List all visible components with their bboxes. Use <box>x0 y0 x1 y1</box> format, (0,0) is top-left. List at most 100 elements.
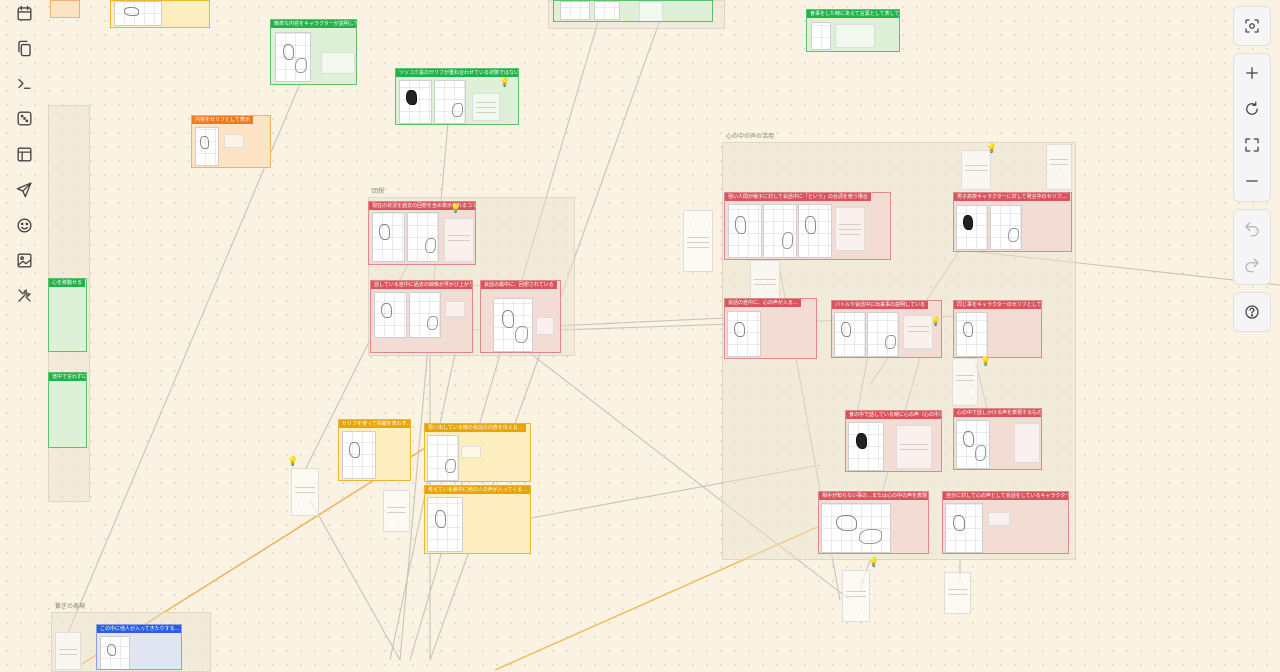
group-label: 繋ぎの表現 <box>55 603 86 610</box>
manga-thumbnail <box>195 127 219 166</box>
manga-thumbnail <box>798 204 832 258</box>
note <box>536 317 554 335</box>
card-red10[interactable]: 心の中で話しかける声を表現するもの… <box>953 408 1042 470</box>
lightbulb-icon[interactable]: 💡 <box>499 79 510 88</box>
focus-icon[interactable] <box>1234 8 1270 44</box>
lightbulb-icon[interactable]: 💡 <box>868 559 879 568</box>
card-red12[interactable]: 自分に対して心の声として会話をしているキャラクターの心の中… <box>942 491 1069 554</box>
manga-thumbnail <box>427 435 459 481</box>
dice-icon[interactable] <box>12 106 36 130</box>
group-label: 心の中の声の活用 <box>726 133 775 140</box>
card-title: 心を移動せる <box>49 279 86 287</box>
card-title: 途中で言わずに <box>49 373 86 381</box>
manga-thumbnail <box>956 205 988 250</box>
card-red11[interactable]: 相手が知らない事の…または心の中の声を表現している… <box>818 491 929 554</box>
card[interactable] <box>553 0 713 22</box>
manga-thumbnail <box>399 80 432 124</box>
calendar-icon[interactable] <box>12 1 36 25</box>
card-red5[interactable]: 男子高校キャラクターに対して発言中のセリフ… <box>953 192 1072 252</box>
manga-thumbnail <box>821 503 891 553</box>
manga-thumbnail <box>811 22 831 50</box>
note <box>1046 144 1072 190</box>
card-green3[interactable]: 食事をした時にあえて言葉として表している <box>806 9 900 52</box>
card-title: 男子高校キャラクターに対して発言中のセリフ… <box>954 193 1070 201</box>
copy-icon[interactable] <box>12 36 36 60</box>
card-red6[interactable]: 会話の途中に、心の声が入る… <box>724 298 817 359</box>
card-red8[interactable]: 同じ事をキャラクターのセリフとして表す（心の… <box>953 300 1042 358</box>
card-title: 思い出している時の会話の内容を伝える… <box>425 424 526 432</box>
manga-thumbnail <box>434 80 466 124</box>
manga-thumbnail <box>945 503 983 553</box>
manga-thumbnail <box>409 292 441 338</box>
card-orange1[interactable]: 内容をセリフとして表示 <box>191 115 271 168</box>
note <box>750 260 780 300</box>
card-title: 内容をセリフとして表示 <box>192 116 253 124</box>
note <box>683 210 713 272</box>
note <box>224 134 244 148</box>
note <box>461 446 481 458</box>
layout-icon[interactable] <box>12 142 36 166</box>
connector-lines <box>64 14 1280 670</box>
card-title: 会話の途中に、心の声が入る… <box>725 299 801 307</box>
card-green1[interactable]: 簡単な内容をキャラクターが説明しています <box>270 19 357 85</box>
card-red4[interactable]: 強い人間が様子に対して会話中に「という」の台詞を使う場合 <box>724 192 891 260</box>
card-title: 会話の最中に、回想されている <box>481 281 557 289</box>
history-panel <box>1233 209 1271 285</box>
manga-thumbnail <box>848 422 884 471</box>
card-title: 話している途中に過去の映像が浮かび上がり… <box>371 281 472 289</box>
card-green2[interactable]: ツッコミ役のセリフが重ね合わせている状態ではない場合 <box>395 68 519 125</box>
lightbulb-icon[interactable]: 💡 <box>980 358 991 367</box>
card-yellow2[interactable]: 思い出している時の会話の内容を伝える… <box>424 423 531 482</box>
card-red3[interactable]: 会話の最中に、回想されている <box>480 280 561 353</box>
manga-thumbnail <box>763 204 797 258</box>
note <box>383 490 410 532</box>
card-title: 食の中で話している時に心の声（心の中）で… <box>846 411 941 419</box>
whiteboard-canvas[interactable]: 回想 心の中の声の活用 繋ぎの表現 簡単な内容をキャラクターが説明しています ツ… <box>0 0 1280 672</box>
terminal-icon[interactable] <box>12 71 36 95</box>
card-green4[interactable]: 心を移動せる <box>48 278 87 352</box>
manga-thumbnail <box>594 1 620 20</box>
manga-thumbnail <box>560 1 590 20</box>
note <box>952 358 978 406</box>
lightbulb-icon[interactable]: 💡 <box>287 458 298 467</box>
card-yellow1[interactable]: セリフを使って情報を表わす… <box>338 419 411 481</box>
tools-icon[interactable] <box>12 283 36 307</box>
undo-icon[interactable] <box>1234 211 1270 247</box>
help-icon[interactable] <box>1234 294 1270 330</box>
image-icon[interactable] <box>12 248 36 272</box>
card-title: 強い人間が様子に対して会話中に「という」の台詞を使う場合 <box>725 193 871 201</box>
left-toolbar <box>0 0 48 670</box>
manga-thumbnail <box>342 431 376 479</box>
send-icon[interactable] <box>12 177 36 201</box>
card[interactable] <box>110 0 210 28</box>
minus-icon[interactable] <box>1234 163 1270 199</box>
manga-thumbnail <box>728 204 762 258</box>
card-green5[interactable]: 途中で言わずに <box>48 372 87 448</box>
card-yellow3[interactable]: 考えている最中に他の人の声が入ってくる… <box>424 485 531 554</box>
card-blue1[interactable]: この中に他人が入ってきたりする… <box>96 624 182 670</box>
note <box>842 570 870 622</box>
manga-thumbnail <box>956 312 988 357</box>
note <box>835 24 875 48</box>
zoom-panel <box>1233 53 1271 202</box>
note <box>944 572 971 614</box>
card-red2[interactable]: 話している途中に過去の映像が浮かび上がり… <box>370 280 473 353</box>
lightbulb-icon[interactable]: 💡 <box>986 145 997 154</box>
card-title: 心の中で話しかける声を表現するもの… <box>954 409 1041 417</box>
card-title: 同じ事をキャラクターのセリフとして表す（心の… <box>954 301 1041 309</box>
lightbulb-icon[interactable]: 💡 <box>450 205 461 214</box>
note <box>1014 423 1040 463</box>
redo-icon[interactable] <box>1234 247 1270 283</box>
manga-thumbnail <box>867 312 899 357</box>
lightbulb-icon[interactable]: 💡 <box>930 318 941 327</box>
card-red7[interactable]: バトルや会話中に出来事の説明している <box>831 300 942 358</box>
note <box>961 150 991 190</box>
refresh-icon[interactable] <box>1234 91 1270 127</box>
card[interactable] <box>50 0 80 18</box>
plus-icon[interactable] <box>1234 55 1270 91</box>
fullscreen-icon[interactable] <box>1234 127 1270 163</box>
card-title: 相手が知らない事の…または心の中の声を表現している… <box>819 492 928 500</box>
face-icon[interactable] <box>12 213 36 237</box>
manga-thumbnail <box>990 205 1022 250</box>
card-red9[interactable]: 食の中で話している時に心の声（心の中）で… <box>845 410 942 472</box>
